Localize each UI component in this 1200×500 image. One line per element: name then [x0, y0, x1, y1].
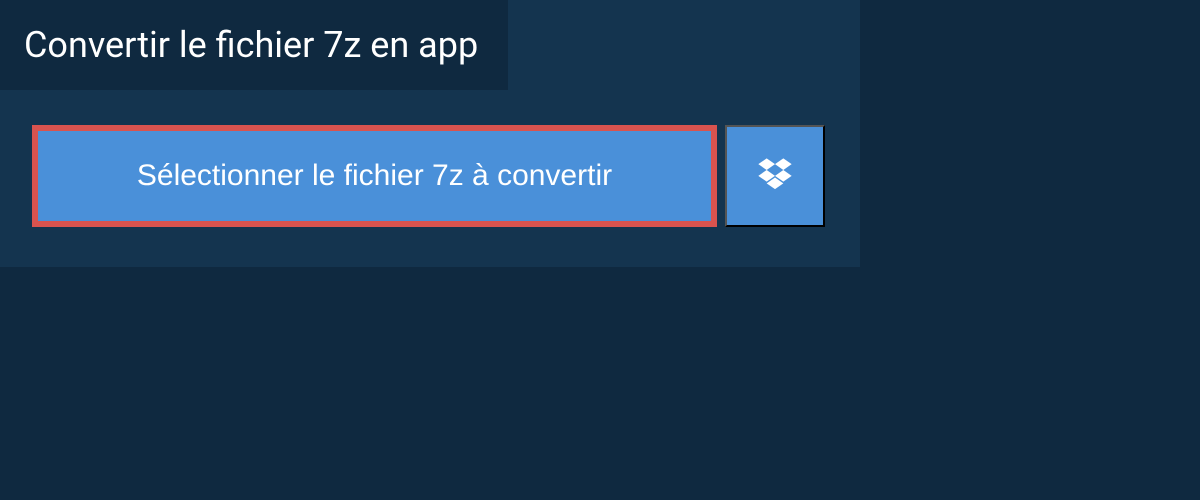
select-file-button[interactable]: Sélectionner le fichier 7z à convertir: [32, 125, 717, 227]
select-file-label: Sélectionner le fichier 7z à convertir: [137, 159, 612, 192]
tab-header: Convertir le fichier 7z en app: [0, 0, 508, 90]
dropbox-button[interactable]: [725, 125, 825, 227]
converter-panel: Convertir le fichier 7z en app Sélection…: [0, 0, 860, 267]
button-row: Sélectionner le fichier 7z à convertir: [0, 90, 860, 227]
page-title: Convertir le fichier 7z en app: [24, 24, 478, 66]
dropbox-icon: [755, 155, 795, 198]
